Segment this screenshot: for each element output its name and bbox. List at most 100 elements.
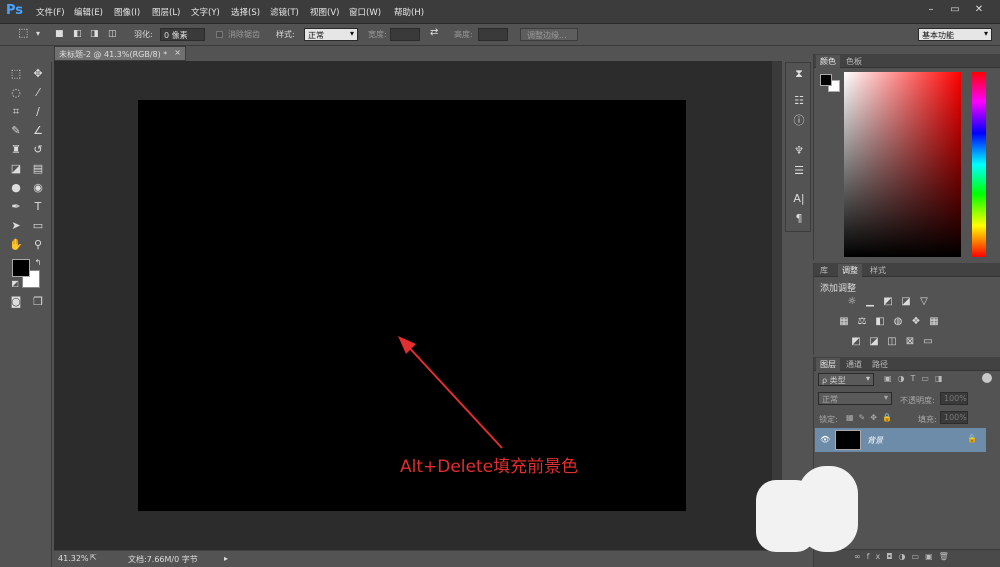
hue-saturation-icon[interactable]: ▦ [838, 316, 850, 328]
workspace-select[interactable]: 基本功能 [918, 28, 992, 41]
foreground-color-swatch[interactable] [12, 259, 30, 277]
layer-filter-icons[interactable]: ▣◑T▭◨ [884, 374, 949, 383]
filter-toggle-icon[interactable] [982, 373, 992, 383]
menu-select[interactable]: 选择(S) [231, 6, 260, 18]
maximize-icon[interactable]: ▭ [948, 3, 962, 17]
paragraph-icon[interactable]: ¶ [791, 211, 807, 227]
posterize-icon[interactable]: ◪ [868, 336, 880, 348]
new-selection-icon[interactable]: ■ [55, 29, 64, 39]
status-menu-icon[interactable]: ▸ [224, 554, 228, 563]
document-tab[interactable]: 未标题-2 @ 41.3%(RGB/8) * × [54, 46, 186, 61]
menu-edit[interactable]: 编辑(E) [74, 6, 103, 18]
info-icon[interactable]: ⓘ [791, 113, 807, 129]
levels-icon[interactable]: ▁ [864, 296, 876, 308]
curves-icon[interactable]: ◩ [882, 296, 894, 308]
menu-filter[interactable]: 滤镜(T) [270, 6, 299, 18]
threshold-icon[interactable]: ◫ [886, 336, 898, 348]
layer-row[interactable]: 👁 背景 🔒 [815, 428, 986, 452]
black-white-icon[interactable]: ◧ [874, 316, 886, 328]
character-icon[interactable]: A| [791, 191, 807, 207]
swap-icon[interactable]: ⇄ [430, 27, 438, 38]
brush-settings-icon[interactable]: ☰ [791, 163, 807, 179]
menu-help[interactable]: 帮助(H) [394, 6, 424, 18]
dodge-icon[interactable]: ◉ [30, 180, 46, 196]
tab-layers[interactable]: 图层 [816, 358, 840, 371]
antialias-checkbox[interactable] [216, 31, 223, 38]
chevron-down-icon[interactable]: ▾ [36, 29, 40, 38]
exposure-icon[interactable]: ◪ [900, 296, 912, 308]
invert-icon[interactable]: ◩ [850, 336, 862, 348]
menu-image[interactable]: 图像(I) [114, 6, 140, 18]
fill-input[interactable]: 100% [940, 411, 968, 424]
eraser-icon[interactable]: ◪ [8, 161, 24, 177]
properties-icon[interactable]: ☷ [791, 93, 807, 109]
swap-colors-icon[interactable]: ↰ [30, 255, 46, 271]
default-colors-icon[interactable]: ◩ [7, 276, 23, 292]
minimize-icon[interactable]: – [924, 3, 938, 17]
blend-mode-select[interactable]: 正常 [818, 392, 892, 405]
tab-libraries[interactable]: 库 [816, 264, 832, 277]
hand-icon[interactable]: ✋ [8, 237, 24, 253]
export-icon[interactable]: ⇱ [90, 553, 97, 562]
hue-slider[interactable] [972, 72, 986, 257]
marquee-tool-icon[interactable]: ⬚ [18, 26, 28, 39]
tab-styles[interactable]: 样式 [866, 264, 890, 277]
marquee-icon[interactable]: ⬚ [8, 66, 24, 82]
menu-window[interactable]: 窗口(W) [349, 6, 381, 18]
shape-icon[interactable]: ▭ [30, 218, 46, 234]
screen-mode-icon[interactable]: ❐ [30, 294, 46, 310]
healing-brush-icon[interactable]: ✎ [8, 123, 24, 139]
style-select[interactable]: 正常 [304, 28, 358, 41]
type-icon[interactable]: T [30, 199, 46, 215]
eyedropper-icon[interactable]: ∕ [30, 104, 46, 120]
menu-file[interactable]: 文件(F) [36, 6, 65, 18]
tab-paths[interactable]: 路径 [868, 358, 892, 371]
gradient-icon[interactable]: ▤ [30, 161, 46, 177]
move-icon[interactable]: ✥ [30, 66, 46, 82]
zoom-level[interactable]: 41.32% [58, 554, 89, 563]
lock-icons[interactable]: ▦✎✥🔒 [846, 413, 897, 422]
height-input[interactable] [478, 28, 508, 41]
history-brush-icon[interactable]: ↺ [30, 142, 46, 158]
layer-filter-select[interactable]: ρ 类型 [818, 373, 874, 386]
feather-input[interactable]: 0 像素 [160, 28, 205, 41]
layers-footer-icons[interactable]: ∞fx◘◑▭▣🗑 [814, 549, 1000, 567]
color-lookup-icon[interactable]: ▦ [928, 316, 940, 328]
photo-filter-icon[interactable]: ◍ [892, 316, 904, 328]
pen-icon[interactable]: ✒ [8, 199, 24, 215]
menu-type[interactable]: 文字(Y) [191, 6, 220, 18]
crop-icon[interactable]: ⌗ [8, 104, 24, 120]
opacity-input[interactable]: 100% [940, 392, 968, 405]
stamp-icon[interactable]: ♜ [8, 142, 24, 158]
history-icon[interactable]: ⧗ [791, 66, 807, 82]
tab-adjustments[interactable]: 调整 [838, 264, 862, 277]
brush-presets-icon[interactable]: ♆ [791, 143, 807, 159]
quick-mask-icon[interactable]: ◙ [8, 294, 24, 310]
brightness-icon[interactable]: ☼ [846, 296, 858, 308]
menu-layer[interactable]: 图层(L) [152, 6, 180, 18]
intersect-selection-icon[interactable]: ◫ [108, 29, 117, 39]
color-balance-icon[interactable]: ⚖ [856, 316, 868, 328]
panel-foreground-color[interactable] [820, 74, 832, 86]
blur-icon[interactable]: ● [8, 180, 24, 196]
width-input[interactable] [390, 28, 420, 41]
lasso-icon[interactable]: ◌ [8, 85, 24, 101]
tab-color[interactable]: 颜色 [816, 55, 840, 68]
tab-swatches[interactable]: 色板 [842, 55, 866, 68]
close-icon[interactable]: ✕ [972, 3, 986, 17]
magic-wand-icon[interactable]: ⁄ [30, 85, 46, 101]
tab-channels[interactable]: 通道 [842, 358, 866, 371]
zoom-icon[interactable]: ⚲ [30, 237, 46, 253]
visibility-eye-icon[interactable]: 👁 [820, 435, 830, 444]
selective-color-icon[interactable]: ⊠ [904, 336, 916, 348]
close-tab-icon[interactable]: × [174, 48, 181, 57]
refine-edge-button[interactable]: 调整边缘... [520, 28, 578, 41]
channel-mixer-icon[interactable]: ❖ [910, 316, 922, 328]
color-field[interactable] [844, 72, 961, 257]
vertical-scrollbar[interactable] [772, 61, 782, 550]
layer-name[interactable]: 背景 [867, 435, 883, 446]
brush-icon[interactable]: ∠ [30, 123, 46, 139]
gradient-map-icon[interactable]: ▭ [922, 336, 934, 348]
add-selection-icon[interactable]: ◧ [73, 29, 82, 39]
vibrance-icon[interactable]: ▽ [918, 296, 930, 308]
